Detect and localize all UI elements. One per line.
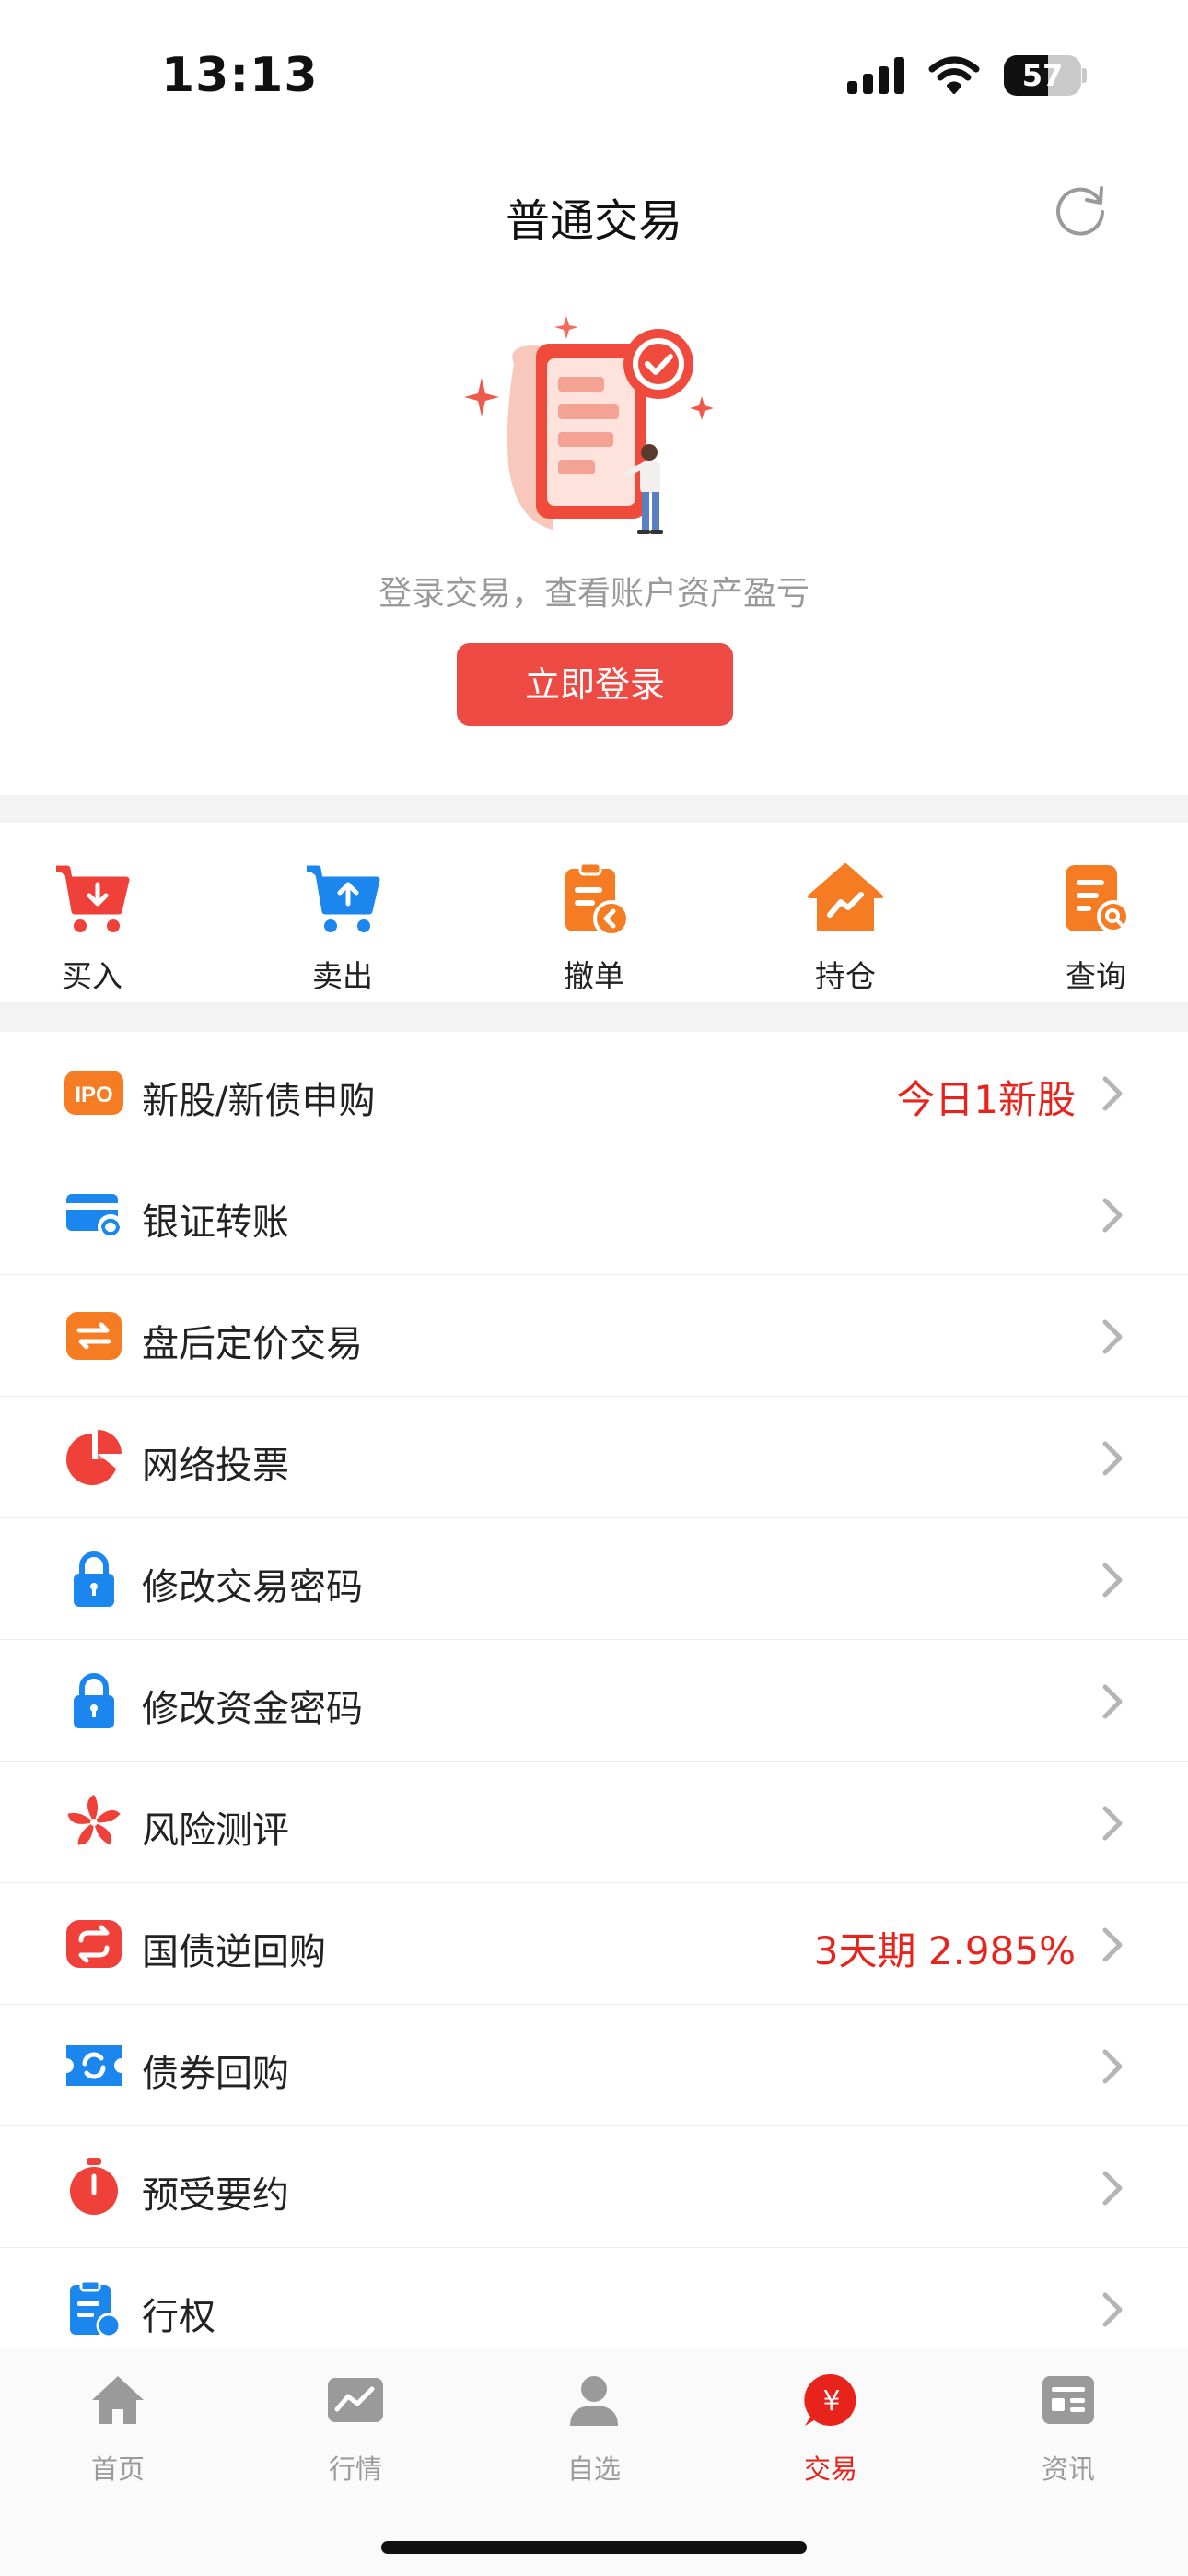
menu-item-bond-repo[interactable]: 债券回购: [0, 2005, 1188, 2126]
holdings-icon: [808, 863, 883, 931]
login-button[interactable]: 立即登录: [457, 643, 733, 726]
trade-icon: ¥: [804, 2373, 856, 2426]
quick-action-query[interactable]: 查询: [1004, 823, 1188, 1002]
menu-item-label: 修改交易密码: [142, 1566, 363, 1609]
after-hours-icon: [66, 1312, 122, 1360]
cancel-order-icon: [565, 861, 630, 937]
quick-action-label: 买入: [62, 958, 122, 994]
user-icon: [570, 2376, 618, 2426]
menu-item-label: 预受要约: [142, 2174, 289, 2217]
bauhinia-icon: [67, 1795, 121, 1845]
refresh-icon[interactable]: [1048, 177, 1112, 241]
buy-cart-icon: [56, 865, 130, 932]
chevron-right-icon: [1102, 1076, 1123, 1111]
menu-item-badge: 3天期 2.985%: [813, 1928, 1076, 1973]
login-tip: 登录交易，查看账户资产盈亏: [378, 575, 809, 613]
menu-item-bank-transfer[interactable]: 银证转账: [0, 1153, 1188, 1275]
quick-action-holdings[interactable]: 持仓: [753, 823, 938, 1002]
lock-icon: [74, 1673, 114, 1728]
menu-item-label: 行权: [142, 2296, 215, 2338]
vote-pie-icon: [66, 1430, 122, 1485]
quick-action-label: 撤单: [564, 958, 624, 994]
lock-icon: [74, 1551, 114, 1607]
news-icon: [1042, 2376, 1094, 2424]
chevron-right-icon: [1102, 1684, 1123, 1719]
section-divider: [0, 795, 1188, 823]
svg-text:IPO: IPO: [75, 1083, 112, 1107]
menu-item-ipo-subscription[interactable]: IPO 新股/新债申购 今日1新股: [0, 1032, 1188, 1153]
quick-action-label: 卖出: [312, 958, 373, 994]
sell-cart-icon: [307, 865, 380, 932]
status-time: 13:13: [161, 48, 319, 103]
tab-watchlist[interactable]: 自选: [511, 2371, 677, 2490]
quick-actions: 买入 卖出 撤单 持仓 查询: [0, 823, 1188, 1002]
chevron-right-icon: [1102, 1927, 1123, 1962]
tab-label: 首页: [90, 2453, 145, 2485]
wifi-icon: [928, 56, 980, 94]
chevron-right-icon: [1102, 1441, 1123, 1476]
home-indicator: [381, 2541, 807, 2554]
menu-item-label: 债券回购: [142, 2053, 289, 2095]
page-title: 普通交易: [505, 195, 682, 247]
quick-action-buy[interactable]: 买入: [0, 823, 184, 1002]
chevron-right-icon: [1102, 1806, 1123, 1841]
bond-repo-icon: [66, 2045, 122, 2086]
status-icons: 57: [847, 55, 1087, 96]
tab-market[interactable]: 行情: [273, 2371, 438, 2490]
chevron-right-icon: [1102, 2171, 1123, 2206]
menu-item-after-hours-trading[interactable]: 盘后定价交易: [0, 1275, 1188, 1397]
menu-item-change-fund-password[interactable]: 修改资金密码: [0, 1640, 1188, 1762]
tab-label: 交易: [803, 2453, 857, 2485]
menu-item-label: 盘后定价交易: [142, 1323, 363, 1365]
menu-item-label: 银证转账: [142, 1201, 289, 1244]
stopwatch-icon: [70, 2158, 118, 2215]
battery-icon: 57: [1004, 55, 1087, 96]
menu-item-badge: 今日1新股: [896, 1077, 1076, 1122]
quick-action-label: 持仓: [815, 958, 876, 994]
menu-item-risk-assessment[interactable]: 风险测评: [0, 1762, 1188, 1883]
ipo-icon: IPO: [64, 1071, 123, 1115]
battery-level: 57: [1021, 58, 1064, 93]
section-divider: [0, 1002, 1188, 1032]
header: 普通交易: [0, 157, 1188, 263]
cellular-signal-icon: [847, 57, 904, 94]
tab-label: 资讯: [1041, 2453, 1095, 2485]
menu-item-label: 新股/新债申购: [142, 1080, 376, 1122]
quick-action-label: 查询: [1066, 958, 1126, 994]
bank-transfer-icon: [66, 1194, 123, 1240]
status-bar: 13:13 57: [0, 0, 1188, 157]
menu-item-label: 修改资金密码: [142, 1688, 363, 1730]
chevron-right-icon: [1102, 2292, 1123, 2327]
login-section: 登录交易，查看账户资产盈亏 立即登录: [0, 263, 1188, 795]
menu-item-online-voting[interactable]: 网络投票: [0, 1397, 1188, 1518]
tab-label: 行情: [328, 2453, 382, 2485]
tab-home[interactable]: 首页: [35, 2371, 201, 2490]
tab-news[interactable]: 资讯: [985, 2371, 1151, 2490]
svg-text:¥: ¥: [822, 2385, 840, 2418]
chevron-right-icon: [1102, 1563, 1123, 1598]
chevron-right-icon: [1102, 1198, 1123, 1233]
menu-item-label: 国债逆回购: [142, 1931, 326, 1973]
menu-item-change-trade-password[interactable]: 修改交易密码: [0, 1518, 1188, 1640]
tab-label: 自选: [566, 2453, 621, 2485]
exercise-icon: [70, 2279, 122, 2338]
menu-item-label: 风险测评: [142, 1809, 289, 1852]
menu-item-label: 网络投票: [142, 1445, 289, 1487]
login-illustration: [464, 316, 714, 534]
tab-trade[interactable]: ¥ 交易: [748, 2371, 914, 2490]
home-icon: [92, 2376, 144, 2424]
quick-action-sell[interactable]: 卖出: [250, 823, 435, 1002]
chevron-right-icon: [1102, 2049, 1123, 2084]
chevron-right-icon: [1102, 1319, 1123, 1354]
menu-item-reverse-repo[interactable]: 国债逆回购 3天期 2.985%: [0, 1883, 1188, 2005]
market-icon: [328, 2378, 383, 2422]
query-icon: [1066, 865, 1130, 933]
quick-action-cancel-order[interactable]: 撤单: [502, 823, 686, 1002]
menu-item-tender-offer[interactable]: 预受要约: [0, 2126, 1188, 2248]
trade-menu-list: IPO 新股/新债申购 今日1新股 银证转账 盘后定价交易 网络投票 修改交易密…: [0, 1032, 1188, 2370]
repo-icon: [66, 1920, 122, 1968]
